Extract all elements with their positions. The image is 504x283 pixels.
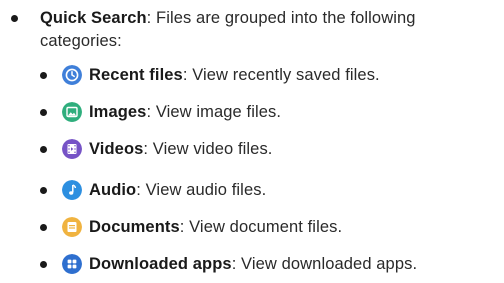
images-desc: : View image files. [146,103,282,121]
music-note-icon [62,180,82,200]
bullet [40,187,47,194]
quick-search-description: : Files are grouped into the following [146,9,416,27]
image-icon [62,102,82,122]
document-icon [62,217,82,237]
list-item-documents: Documents: View document files. [0,216,504,240]
audio-label: Audio [89,181,137,199]
video-icon [62,139,82,159]
bullet [40,109,47,116]
videos-label: Videos [89,140,144,158]
quick-search-description-cont: categories: [40,32,122,50]
downloaded-apps-label: Downloaded apps [89,255,232,273]
recent-files-desc: : View recently saved files. [182,66,380,84]
list-item-recent-files: Recent files: View recently saved files. [0,64,504,88]
downloaded-apps-desc: : View downloaded apps. [231,255,418,273]
bullet [40,261,47,268]
list-item-downloaded-apps: Downloaded apps: View downloaded apps. [0,253,504,277]
recent-files-label: Recent files [89,66,183,84]
videos-desc: : View video files. [143,140,273,158]
bullet [40,72,47,79]
quick-search-title: Quick Search [40,9,147,27]
document-page: Quick Search: Files are grouped into the… [0,0,504,283]
audio-desc: : View audio files. [136,181,267,199]
list-item-audio: Audio: View audio files. [0,179,504,203]
bullet [40,146,47,153]
list-item-videos: Videos: View video files. [0,138,504,162]
list-item-images: Images: View image files. [0,101,504,125]
clock-icon [62,65,82,85]
images-label: Images [89,103,147,121]
documents-label: Documents [89,218,180,236]
bullet [40,224,47,231]
documents-desc: : View document files. [179,218,343,236]
bullet [11,15,18,22]
quick-search-paragraph: Quick Search: Files are grouped into the… [40,7,502,53]
apps-icon [62,254,82,274]
